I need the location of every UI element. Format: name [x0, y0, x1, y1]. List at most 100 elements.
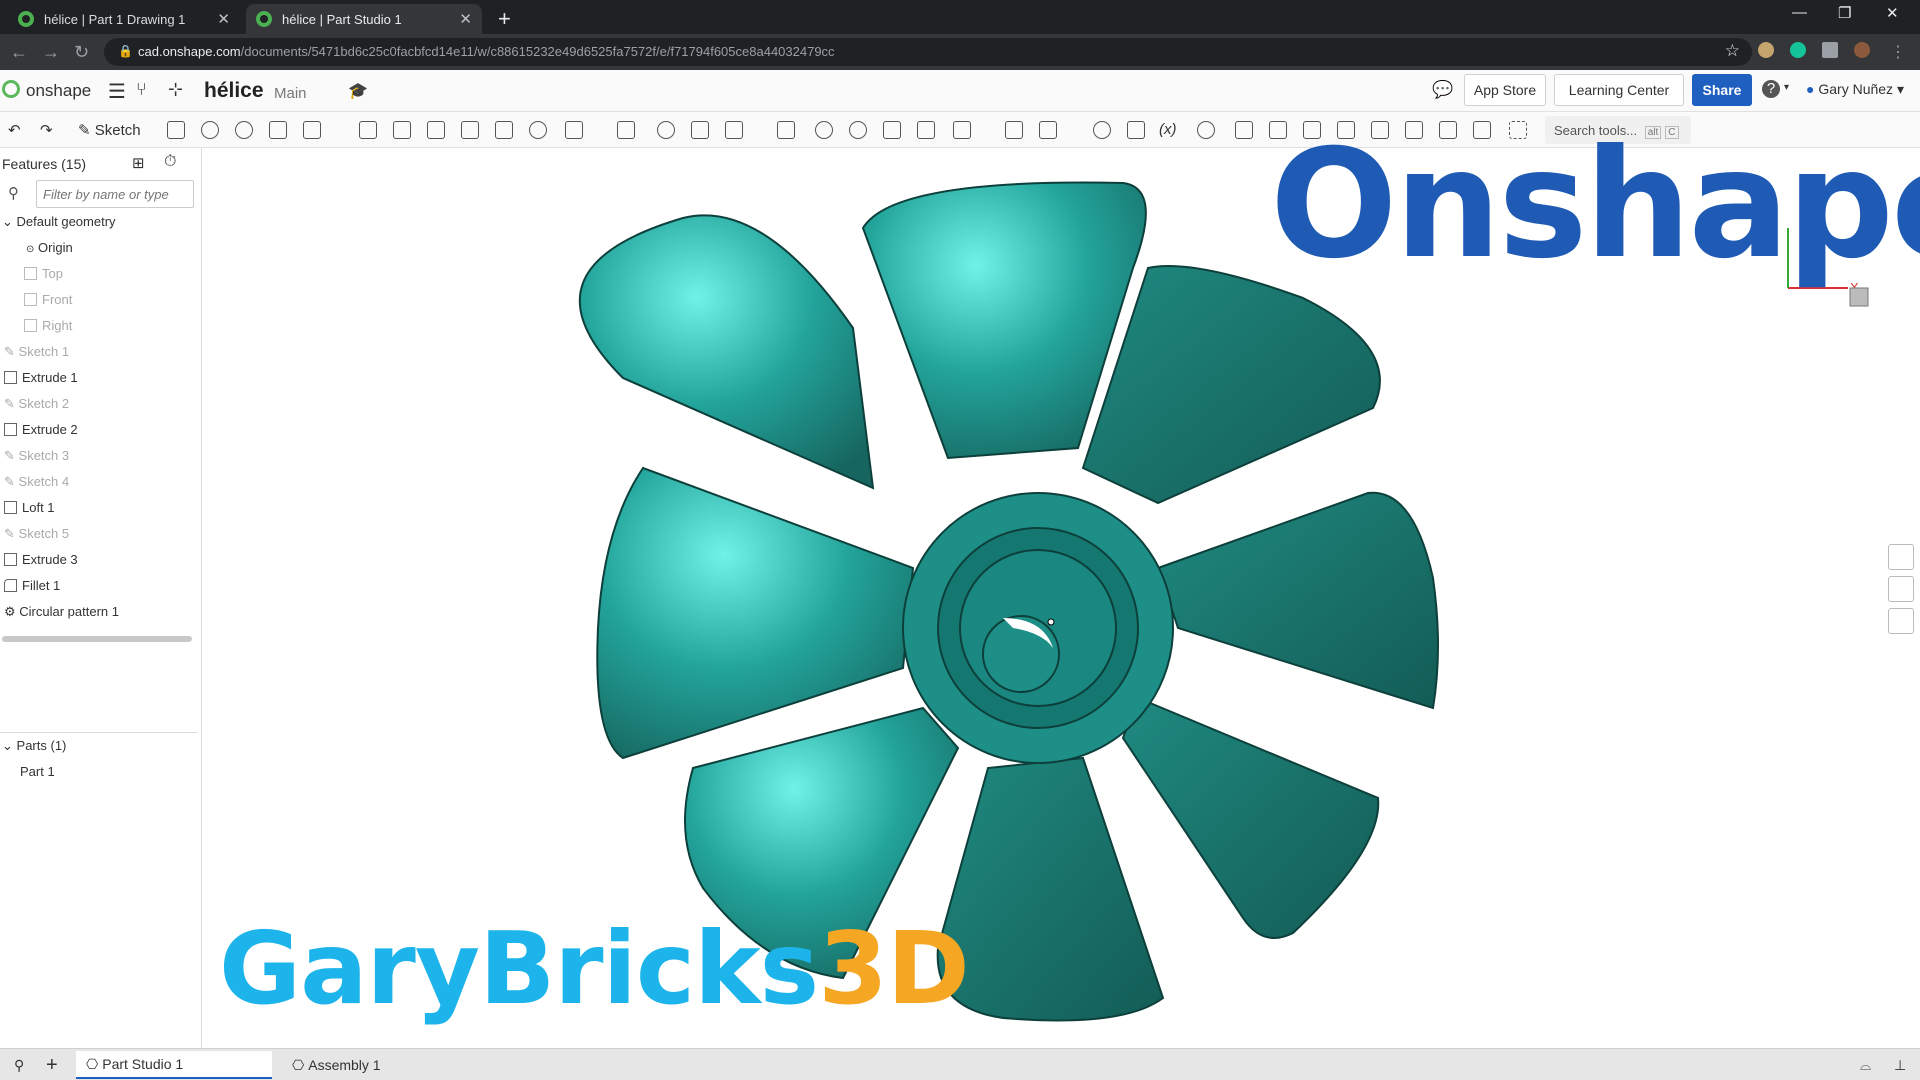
boolean-icon[interactable]	[657, 121, 675, 139]
feature-item-extrude-3[interactable]: Extrude 3	[4, 552, 78, 572]
bookmark-star-icon[interactable]: ☆	[1725, 41, 1740, 61]
mirror-icon[interactable]	[617, 121, 635, 139]
onshape-logo-text[interactable]: onshape	[26, 81, 91, 101]
feature-item-sketch-5[interactable]: ✎ Sketch 5	[4, 526, 69, 546]
extrude-icon[interactable]	[167, 121, 185, 139]
add-folder-icon[interactable]: ⊞	[132, 154, 145, 172]
default-geometry-group[interactable]: ⌄ Default geometry	[2, 214, 116, 234]
sketch-button[interactable]: ✎ Sketch	[78, 121, 141, 139]
versions-history-icon[interactable]: ⑂	[136, 79, 147, 100]
feature-item-loft-1[interactable]: Loft 1	[4, 500, 55, 520]
feature-item-front-plane[interactable]: Front	[24, 292, 72, 312]
part-item[interactable]: Part 1	[20, 764, 55, 784]
replace-face-icon[interactable]	[917, 121, 935, 139]
minimize-window-button[interactable]: —	[1792, 4, 1807, 21]
delete-face-icon[interactable]	[849, 121, 867, 139]
linear-pattern-icon[interactable]	[565, 121, 583, 139]
delete-part-icon[interactable]	[777, 121, 795, 139]
grammarly-extension-icon[interactable]	[1790, 42, 1806, 58]
feature-item-sketch-4[interactable]: ✎ Sketch 4	[4, 474, 69, 494]
sheet-metal-icon[interactable]	[1235, 121, 1253, 139]
mass-properties-icon[interactable]	[1888, 608, 1914, 634]
rollback-timer-icon[interactable]: ⏱	[164, 153, 176, 171]
hole-icon[interactable]	[529, 121, 547, 139]
onshape-logo-icon[interactable]	[2, 80, 20, 98]
feature-item-top-plane[interactable]: Top	[24, 266, 63, 286]
help-icon[interactable]: ?	[1762, 80, 1780, 98]
modify-fillet-icon[interactable]	[815, 121, 833, 139]
sweep-icon[interactable]	[235, 121, 253, 139]
chrome-menu-icon[interactable]: ⋮	[1890, 42, 1906, 62]
browser-tab-part-studio[interactable]: hélice | Part Studio 1 ✕	[246, 4, 482, 34]
3d-fit-spline-icon[interactable]	[1127, 121, 1145, 139]
url-text[interactable]: cad.onshape.com/documents/5471bd6c25c0fa…	[138, 44, 835, 59]
comments-icon[interactable]: 💬	[1432, 80, 1453, 100]
insert-icon[interactable]: ⊹	[168, 79, 183, 100]
feature-item-fillet-1[interactable]: Fillet 1	[4, 578, 60, 598]
tab-part-studio-1[interactable]: ⎔ Part Studio 1	[76, 1051, 272, 1079]
revolve-icon[interactable]	[201, 121, 219, 139]
display-settings-icon[interactable]: ⌓	[1850, 1051, 1881, 1079]
puzzle-extensions-icon[interactable]	[1822, 42, 1838, 58]
chamfer-icon[interactable]	[393, 121, 411, 139]
loft-icon[interactable]	[269, 121, 287, 139]
new-tab-button[interactable]: +	[498, 6, 511, 32]
close-window-button[interactable]: ✕	[1886, 4, 1899, 22]
feature-item-circular-pattern-1[interactable]: ⚙ Circular pattern 1	[4, 604, 119, 624]
learning-center-button[interactable]: Learning Center	[1554, 74, 1684, 106]
tab-assembly-1[interactable]: ⎔ Assembly 1	[282, 1051, 432, 1079]
url-omnibox[interactable]: 🔒 cad.onshape.com/documents/5471bd6c25c0…	[104, 38, 1752, 66]
document-menu-icon[interactable]: ☰	[108, 79, 126, 104]
feature-item-right-plane[interactable]: Right	[24, 318, 72, 338]
mate-connector-icon[interactable]	[1039, 121, 1057, 139]
rib-icon[interactable]	[461, 121, 479, 139]
document-title[interactable]: hélice	[204, 79, 264, 103]
move-face-icon[interactable]	[883, 121, 901, 139]
variable-icon[interactable]: (x)	[1159, 121, 1177, 138]
draft-icon[interactable]	[427, 121, 445, 139]
feature-item-sketch-2[interactable]: ✎ Sketch 2	[4, 396, 69, 416]
appearance-panel-icon[interactable]	[1888, 544, 1914, 570]
feature-item-sketch-3[interactable]: ✎ Sketch 3	[4, 448, 69, 468]
forward-arrow-icon[interactable]: →	[42, 42, 60, 63]
reload-icon[interactable]: ↻	[74, 42, 89, 63]
profile-avatar-icon[interactable]	[1854, 42, 1870, 58]
thicken-icon[interactable]	[303, 121, 321, 139]
graphics-viewport[interactable]: X Onshape GaryBricks3D	[203, 118, 1920, 1048]
restore-window-button[interactable]: ❐	[1838, 4, 1851, 22]
split-icon[interactable]	[691, 121, 709, 139]
units-icon[interactable]: ⊥	[1884, 1051, 1916, 1079]
close-tab-icon[interactable]: ✕	[459, 10, 472, 28]
feature-filter-input[interactable]	[36, 180, 194, 208]
help-dropdown-chevron-icon[interactable]: ▾	[1784, 82, 1789, 93]
undo-icon[interactable]: ↶	[8, 121, 21, 139]
feature-item-sketch-1[interactable]: ✎ Sketch 1	[4, 344, 69, 364]
user-menu[interactable]: ● Gary Nuñez ▾	[1806, 81, 1904, 98]
shell-icon[interactable]	[495, 121, 513, 139]
sketch-pencil-icon: ✎	[4, 396, 15, 411]
plane-icon[interactable]	[1005, 121, 1023, 139]
workspace-name[interactable]: Main	[274, 85, 307, 102]
feature-item-extrude-2[interactable]: Extrude 2	[4, 422, 78, 442]
share-button[interactable]: Share	[1692, 74, 1752, 106]
feature-item-origin[interactable]: ⊙ Origin	[26, 240, 73, 260]
app-store-button[interactable]: App Store	[1464, 74, 1546, 106]
feature-item-extrude-1[interactable]: Extrude 1	[4, 370, 78, 390]
browser-tab-drawing[interactable]: hélice | Part 1 Drawing 1 ✕	[8, 4, 240, 34]
composite-part-icon[interactable]	[1197, 121, 1215, 139]
learning-cap-icon[interactable]: 🎓	[348, 81, 368, 101]
extension-icon[interactable]	[1758, 42, 1774, 58]
add-tab-icon[interactable]: +	[36, 1051, 68, 1079]
fillet-icon[interactable]	[359, 121, 377, 139]
rollback-bar[interactable]	[2, 636, 192, 642]
close-tab-icon[interactable]: ✕	[217, 10, 230, 28]
redo-icon[interactable]: ↷	[40, 121, 53, 139]
parts-panel-icon[interactable]	[1888, 576, 1914, 602]
parts-group[interactable]: ⌄ Parts (1)	[2, 738, 66, 758]
back-arrow-icon[interactable]: ←	[10, 42, 28, 63]
chevron-down-icon: ⌄	[2, 214, 13, 229]
tab-manager-icon[interactable]: ⚲	[4, 1051, 34, 1079]
helix-icon[interactable]	[1093, 121, 1111, 139]
offset-surface-icon[interactable]	[953, 121, 971, 139]
transform-icon[interactable]	[725, 121, 743, 139]
